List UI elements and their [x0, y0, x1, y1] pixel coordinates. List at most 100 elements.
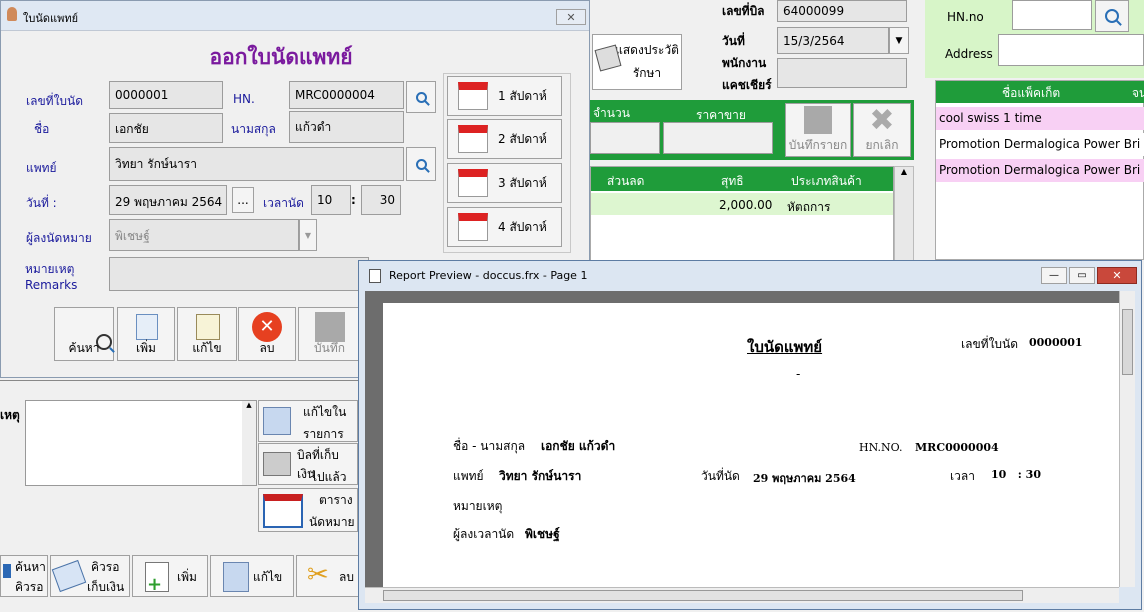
edit-label: แก้ไข — [253, 570, 283, 584]
edit-button[interactable]: แก้ไข — [177, 307, 237, 361]
date-field[interactable]: 29 พฤษภาคม 2564 — [109, 185, 227, 215]
payment-queue-label-1: คิวรอ — [91, 560, 120, 574]
doctor-field[interactable]: วิทยา รักษ์นารา — [109, 147, 404, 181]
list-item[interactable]: Promotion Dermalogica Power Bri — [936, 133, 1144, 156]
appointment-table-button[interactable]: ตาราง นัดหมาย — [258, 488, 358, 532]
minute-field[interactable]: 30 — [361, 185, 401, 215]
search-queue-label-1: ค้นหา — [15, 560, 46, 574]
cancel-x-icon: ✖ — [869, 102, 895, 138]
surname-label: นามสกุล — [231, 122, 276, 136]
payment-queue-button[interactable]: คิวรอ เก็บเงิน — [50, 555, 130, 597]
add-label: เพิ่ม — [136, 341, 156, 355]
money-icon — [51, 559, 87, 593]
appointment-table-label-2: นัดหมาย — [309, 515, 355, 529]
recorder-dropdown-button[interactable]: ▼ — [299, 219, 317, 251]
plus-icon: + — [147, 574, 163, 595]
report-doctor-label: แพทย์ — [453, 469, 484, 483]
save-label: บันทึก — [314, 341, 345, 355]
show-history-label-1: แสดงประวัติ — [615, 43, 679, 57]
close-button[interactable]: ✕ — [1097, 267, 1137, 284]
delete-button[interactable]: ✕ ลบ — [238, 307, 296, 361]
remarks-scrollbar[interactable]: ▲ — [242, 401, 256, 485]
report-preview-window: Report Preview - doccus.frx - Page 1 — ▭… — [358, 260, 1142, 610]
edit-in-items-label-2: รายการ — [303, 427, 344, 441]
search-icon — [415, 158, 427, 170]
hn-search-button[interactable] — [406, 81, 436, 113]
two-weeks-button[interactable]: 2 สัปดาห์ — [447, 119, 562, 159]
three-weeks-label: 3 สัปดาห์ — [498, 175, 547, 190]
delete-label: ลบ — [259, 341, 275, 355]
calendar-icon — [458, 169, 488, 197]
address-input[interactable] — [998, 34, 1144, 66]
col-type: ประเภทสินค้า — [791, 174, 862, 188]
scissors-icon: ✂ — [307, 560, 329, 590]
bill-no-field[interactable]: 64000099 — [777, 0, 907, 22]
one-week-button[interactable]: 1 สัปดาห์ — [447, 76, 562, 116]
report-recorder: พิเชษฐ์ — [525, 527, 560, 541]
payment-queue-label-2: เก็บเงิน — [87, 580, 125, 594]
date-dropdown-button[interactable]: ▼ — [889, 27, 909, 54]
save-item-label: บันทึกรายก — [788, 137, 848, 152]
pencil-icon — [196, 314, 220, 340]
package-col-qty: จน — [1132, 86, 1144, 100]
edit-label: แก้ไข — [192, 341, 222, 355]
save-item-button[interactable]: บันทึกรายก — [785, 103, 851, 157]
hour-field[interactable]: 10 — [311, 185, 351, 215]
horizontal-scrollbar[interactable] — [365, 587, 1119, 603]
cashier-field[interactable] — [777, 58, 907, 88]
add-label: เพิ่ม — [177, 570, 197, 584]
vertical-scrollbar[interactable] — [1119, 291, 1135, 587]
add-button[interactable]: + เพิ่ม — [132, 555, 208, 597]
row-type: หัตถการ — [787, 200, 831, 214]
edit-button[interactable]: แก้ไข — [210, 555, 294, 597]
paid-bills-button[interactable]: บิลที่เก็บเงิน ไปแล้ว — [258, 443, 358, 485]
appointment-titlebar: ใบนัดแพทย์ ✕ — [1, 1, 589, 31]
appt-no-field[interactable]: 0000001 — [109, 81, 223, 109]
report-remarks-label: หมายเหตุ — [453, 499, 503, 513]
list-item[interactable]: cool swiss 1 time — [936, 107, 1144, 130]
cancel-button[interactable]: ✖ ยกเลิก — [853, 103, 911, 157]
list-item[interactable]: Promotion Dermalogica Power Bri — [936, 159, 1144, 182]
report-hn: MRC0000004 — [915, 441, 999, 454]
calendar-icon — [458, 82, 488, 110]
package-col-name: ชื่อแพ็คเก็ต — [1002, 86, 1061, 100]
date-picker-button[interactable]: ... — [232, 187, 254, 213]
horizontal-scroll-thumb[interactable] — [383, 590, 1023, 601]
delete-button[interactable]: ✂ ลบ — [296, 555, 360, 597]
hn-no-input[interactable] — [1012, 0, 1092, 30]
address-label: Address — [945, 47, 993, 61]
edit-in-items-button[interactable]: แก้ไขใน รายการ — [258, 400, 358, 442]
col-discount: ส่วนลด — [607, 174, 645, 188]
name-field[interactable]: เอกชัย — [109, 113, 223, 143]
add-button[interactable]: เพิ่ม — [117, 307, 175, 361]
save-button[interactable]: บันทึก — [298, 307, 361, 361]
show-history-button[interactable]: แสดงประวัติ รักษา — [592, 34, 682, 90]
search-queue-button[interactable]: ค้นหา คิวรอ — [0, 555, 48, 597]
pencil-icon — [263, 407, 291, 435]
remarks-label-en: Remarks — [25, 278, 78, 292]
report-date: 29 พฤษภาคม 2564 — [753, 472, 856, 485]
date-label: วันที่ : — [26, 196, 57, 210]
date-select[interactable]: 15/3/2564 — [777, 27, 889, 54]
minimize-button[interactable]: — — [1041, 267, 1067, 284]
maximize-button[interactable]: ▭ — [1069, 267, 1095, 284]
appt-no-label: เลขที่ใบนัด — [26, 94, 84, 108]
vertical-scroll-thumb[interactable] — [1122, 309, 1133, 375]
search-button[interactable]: ค้นหา — [54, 307, 114, 361]
recorder-select[interactable]: พิเชษฐ์ — [109, 219, 299, 251]
close-button[interactable]: ✕ — [556, 9, 586, 25]
doctor-search-button[interactable] — [406, 147, 436, 181]
three-weeks-button[interactable]: 3 สัปดาห์ — [447, 163, 562, 203]
remarks-textarea[interactable]: ▲ — [25, 400, 257, 486]
report-time-label: เวลา — [950, 469, 975, 483]
remarks-input[interactable] — [109, 257, 369, 291]
qty-input[interactable] — [590, 122, 660, 154]
surname-field[interactable]: แก้วดำ — [289, 111, 404, 143]
price-input[interactable] — [663, 122, 773, 154]
hn-search-button[interactable] — [1095, 0, 1129, 32]
time-separator: : — [351, 193, 356, 207]
hn-field[interactable]: MRC0000004 — [289, 81, 404, 109]
pin-icon — [3, 564, 11, 578]
four-weeks-button[interactable]: 4 สัปดาห์ — [447, 207, 562, 247]
cancel-label: ยกเลิก — [865, 137, 899, 152]
